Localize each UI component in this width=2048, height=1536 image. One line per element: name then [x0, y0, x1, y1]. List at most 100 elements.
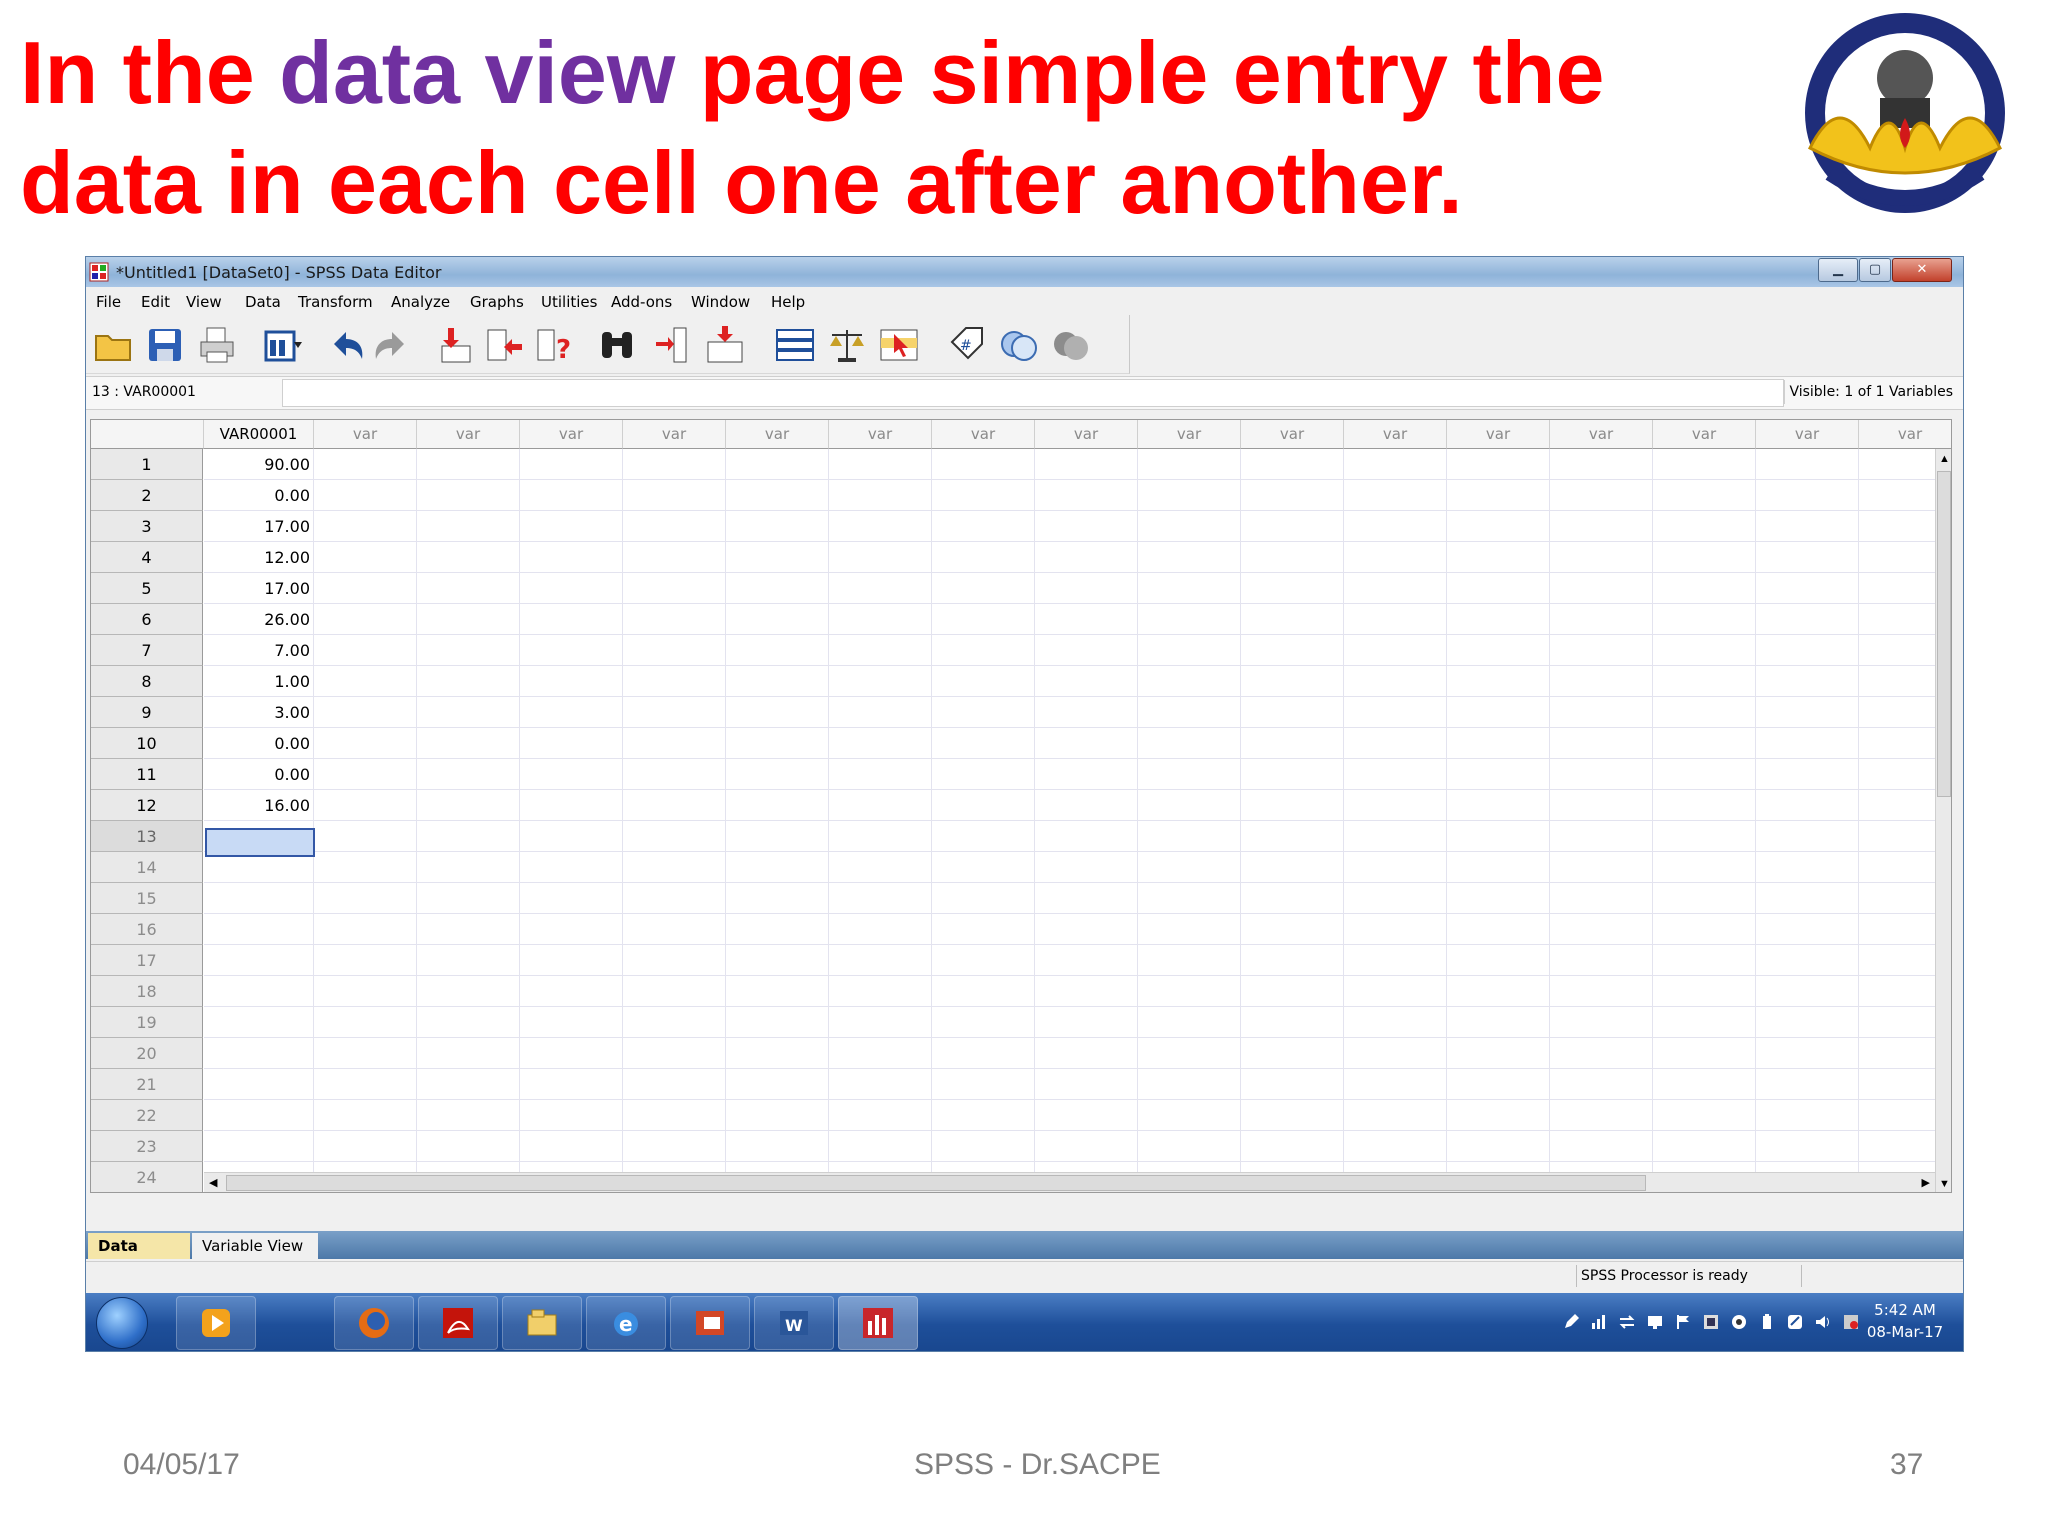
data-cell[interactable] — [1035, 914, 1138, 945]
data-cell[interactable] — [314, 914, 417, 945]
data-cell[interactable] — [1241, 449, 1344, 480]
data-cell[interactable] — [314, 852, 417, 883]
notification-icon[interactable] — [1842, 1313, 1860, 1331]
data-cell[interactable] — [417, 852, 520, 883]
data-cell[interactable] — [204, 883, 314, 914]
data-cell[interactable] — [623, 697, 726, 728]
data-cell[interactable] — [520, 449, 623, 480]
use-sets-icon[interactable] — [998, 324, 1040, 366]
data-cell[interactable] — [1035, 883, 1138, 914]
data-cell[interactable] — [726, 1038, 829, 1069]
data-cell[interactable] — [623, 1069, 726, 1100]
data-cell[interactable] — [829, 1069, 932, 1100]
menu-edit[interactable]: Edit — [141, 293, 170, 311]
data-cell[interactable] — [1550, 604, 1653, 635]
data-cell[interactable] — [1447, 666, 1550, 697]
data-cell[interactable] — [1138, 1131, 1241, 1162]
data-cell[interactable] — [1550, 821, 1653, 852]
data-cell[interactable] — [520, 1131, 623, 1162]
data-cell[interactable] — [1756, 573, 1859, 604]
data-cell[interactable] — [1653, 1038, 1756, 1069]
data-cell[interactable] — [932, 1100, 1035, 1131]
data-cell[interactable] — [1756, 480, 1859, 511]
data-cell[interactable] — [1241, 635, 1344, 666]
data-cell[interactable] — [1653, 945, 1756, 976]
data-cell[interactable] — [204, 1100, 314, 1131]
data-cell[interactable] — [932, 759, 1035, 790]
data-cell[interactable] — [1756, 945, 1859, 976]
data-cell[interactable] — [1756, 1069, 1859, 1100]
row-header[interactable]: 12 — [91, 790, 203, 821]
data-cell[interactable] — [1653, 821, 1756, 852]
data-cell[interactable] — [1756, 511, 1859, 542]
start-button[interactable] — [96, 1297, 148, 1349]
data-cell[interactable] — [623, 790, 726, 821]
row-header[interactable]: 18 — [91, 976, 203, 1007]
data-cell[interactable] — [1344, 1131, 1447, 1162]
data-cell[interactable] — [1653, 666, 1756, 697]
data-cell[interactable] — [726, 635, 829, 666]
row-header[interactable]: 10 — [91, 728, 203, 759]
data-cell[interactable] — [623, 480, 726, 511]
data-cell[interactable] — [829, 914, 932, 945]
data-cell[interactable] — [1138, 976, 1241, 1007]
data-cell[interactable] — [829, 542, 932, 573]
scroll-down-icon[interactable]: ▼ — [1939, 1178, 1950, 1190]
data-cell[interactable] — [1035, 1069, 1138, 1100]
data-cell[interactable] — [204, 914, 314, 945]
data-cell[interactable] — [726, 1100, 829, 1131]
data-cell[interactable] — [1756, 852, 1859, 883]
battery-icon[interactable] — [1758, 1313, 1776, 1331]
data-cell[interactable] — [1241, 790, 1344, 821]
data-cell[interactable] — [1550, 697, 1653, 728]
data-cell[interactable] — [1241, 511, 1344, 542]
data-cell[interactable] — [1550, 883, 1653, 914]
data-cell[interactable] — [623, 604, 726, 635]
data-cell[interactable] — [726, 821, 829, 852]
data-cell[interactable] — [1447, 821, 1550, 852]
dialog-recall-icon[interactable] — [262, 324, 304, 366]
data-cell[interactable] — [1447, 1069, 1550, 1100]
menu-transform[interactable]: Transform — [298, 293, 373, 311]
data-cell[interactable] — [417, 635, 520, 666]
data-cell[interactable] — [932, 635, 1035, 666]
data-cell[interactable] — [1138, 914, 1241, 945]
data-cell[interactable] — [1241, 697, 1344, 728]
data-cell[interactable] — [726, 976, 829, 1007]
data-cell[interactable] — [1447, 976, 1550, 1007]
row-header[interactable]: 8 — [91, 666, 203, 697]
data-cell[interactable] — [1653, 1100, 1756, 1131]
data-cell[interactable] — [1550, 728, 1653, 759]
data-cell[interactable] — [1447, 449, 1550, 480]
data-cell[interactable] — [1756, 1100, 1859, 1131]
row-header[interactable]: 20 — [91, 1038, 203, 1069]
data-cell[interactable] — [417, 945, 520, 976]
data-cell[interactable] — [520, 666, 623, 697]
data-cell[interactable] — [1138, 573, 1241, 604]
data-cell[interactable] — [1550, 1100, 1653, 1131]
data-cell[interactable] — [1241, 1038, 1344, 1069]
pen-icon[interactable] — [1562, 1313, 1580, 1331]
weight-cases-icon[interactable] — [826, 324, 868, 366]
data-cell[interactable] — [1653, 480, 1756, 511]
row-header[interactable]: 3 — [91, 511, 203, 542]
data-cell[interactable] — [1756, 759, 1859, 790]
data-cell[interactable] — [1138, 1069, 1241, 1100]
data-cell[interactable] — [726, 449, 829, 480]
data-cell[interactable] — [1653, 573, 1756, 604]
data-cell[interactable] — [1447, 883, 1550, 914]
data-cell[interactable] — [314, 449, 417, 480]
data-cell[interactable] — [932, 697, 1035, 728]
data-cell[interactable] — [520, 728, 623, 759]
data-cell[interactable] — [520, 1069, 623, 1100]
data-cell[interactable] — [1035, 449, 1138, 480]
data-cell[interactable] — [829, 1100, 932, 1131]
data-cell[interactable] — [1447, 1007, 1550, 1038]
select-cases-icon[interactable] — [878, 324, 920, 366]
row-header[interactable]: 7 — [91, 635, 203, 666]
data-cell[interactable] — [726, 914, 829, 945]
data-cell[interactable] — [1447, 697, 1550, 728]
data-cell[interactable] — [1550, 790, 1653, 821]
data-cell[interactable] — [417, 1038, 520, 1069]
data-cell[interactable] — [932, 945, 1035, 976]
